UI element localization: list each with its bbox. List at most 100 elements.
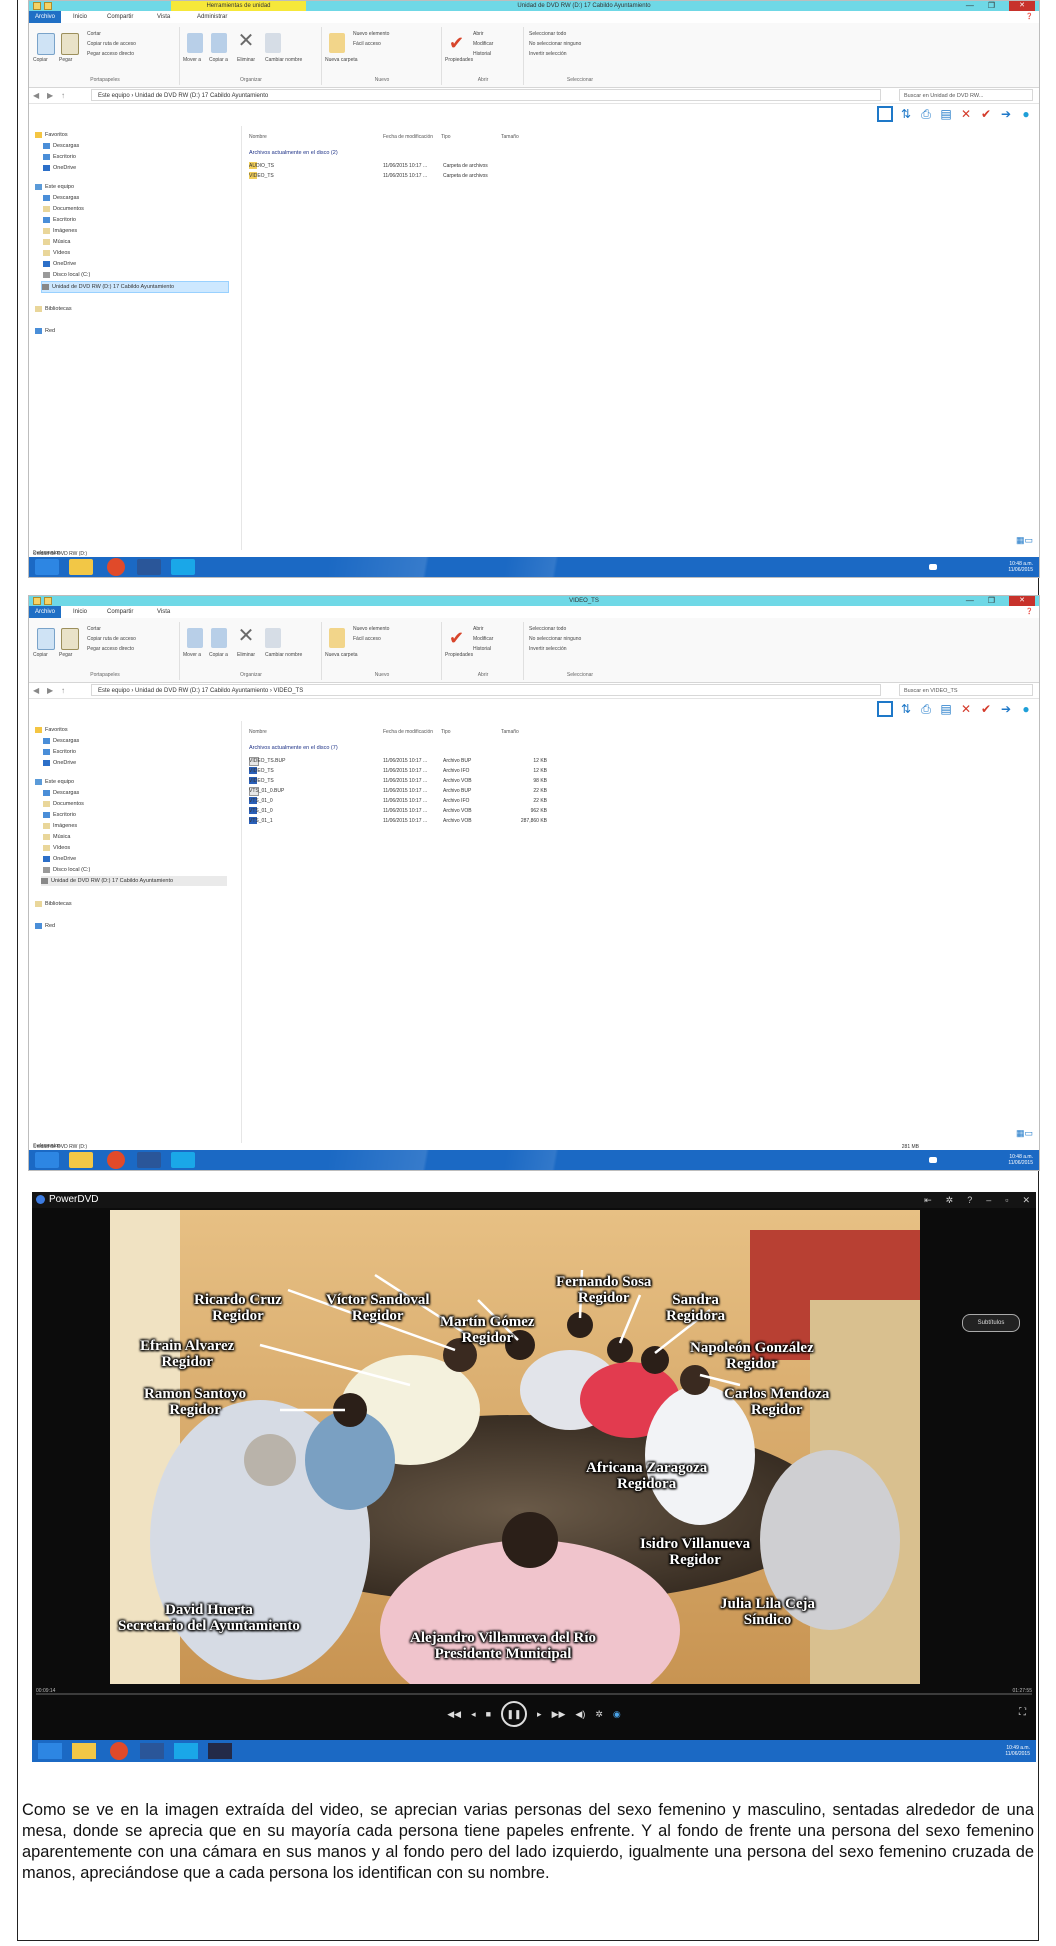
properties-icon[interactable]: ✔ xyxy=(449,628,465,648)
explorer-taskbar-icon[interactable] xyxy=(69,559,93,575)
nav-item[interactable]: Vídeos xyxy=(43,843,70,853)
nav-item[interactable]: OneDrive xyxy=(43,163,76,173)
delete-icon[interactable]: ✕ xyxy=(237,31,255,51)
column-header-name[interactable]: Nombre xyxy=(249,134,267,142)
view-toggle-icon[interactable]: ▦▭ xyxy=(1016,1128,1033,1139)
open-button[interactable]: Abrir xyxy=(473,626,484,632)
edit-button[interactable]: Modificar xyxy=(473,636,493,642)
tab-home[interactable]: Inicio xyxy=(73,11,87,23)
nav-item-dvd-drive[interactable]: Unidad de DVD RW (D:) 17 Cabildo Ayuntam… xyxy=(41,876,227,886)
chrome-icon[interactable] xyxy=(110,1742,128,1760)
start-icon[interactable] xyxy=(35,1152,59,1168)
globe-icon[interactable]: ● xyxy=(1019,107,1033,121)
edit-button[interactable]: Modificar xyxy=(473,41,493,47)
cut-button[interactable]: Cortar xyxy=(87,626,101,632)
copy-to-icon[interactable] xyxy=(211,628,227,648)
window-icon[interactable] xyxy=(877,701,893,717)
nav-item[interactable]: Descargas xyxy=(43,193,79,203)
nav-item[interactable]: Escritorio xyxy=(43,747,76,757)
address-bar[interactable]: Este equipo › Unidad de DVD RW (D:) 17 C… xyxy=(91,684,881,696)
help-icon[interactable]: ❓ xyxy=(1026,11,1033,23)
nav-item[interactable]: Vídeos xyxy=(43,248,70,258)
select-none-button[interactable]: No seleccionar ninguno xyxy=(529,636,581,642)
paste-shortcut-button[interactable]: Pegar acceso directo xyxy=(87,646,134,652)
powerdvd-taskbar-icon[interactable] xyxy=(208,1743,232,1759)
minimize-icon[interactable]: – xyxy=(986,1195,991,1205)
volume-icon[interactable]: ◀) xyxy=(575,1709,585,1720)
column-header-type[interactable]: Tipo xyxy=(441,134,451,142)
clipboard-icon[interactable]: ▤ xyxy=(939,107,953,121)
nav-item[interactable]: Imágenes xyxy=(43,226,77,236)
view-toggle-icon[interactable]: ▦▭ xyxy=(1016,535,1033,546)
context-tab[interactable]: Herramientas de unidad xyxy=(171,1,306,11)
nav-item[interactable]: Escritorio xyxy=(43,810,76,820)
rewind-icon[interactable]: ◂ xyxy=(471,1709,476,1720)
save-icon[interactable] xyxy=(33,597,41,605)
cross-icon[interactable]: ✕ xyxy=(959,107,973,121)
skype-icon[interactable] xyxy=(171,1152,195,1168)
tab-home[interactable]: Inicio xyxy=(73,606,87,618)
nav-item[interactable]: Descargas xyxy=(43,788,79,798)
nav-favorites[interactable]: Favoritos xyxy=(35,725,68,735)
table-row[interactable]: VTS_01_0.BUP 11/06/2015 10:17 ... Archiv… xyxy=(249,787,549,796)
nav-item[interactable]: Documentos xyxy=(43,799,84,809)
new-folder-icon[interactable] xyxy=(329,628,345,648)
cross-icon[interactable]: ✕ xyxy=(959,702,973,716)
column-header-name[interactable]: Nombre xyxy=(249,729,267,737)
nav-item[interactable]: Escritorio xyxy=(43,152,76,162)
fullscreen-icon[interactable]: ⛶ xyxy=(1019,1707,1026,1718)
column-header-size[interactable]: Tamaño xyxy=(501,729,519,737)
easy-access-button[interactable]: Fácil acceso xyxy=(353,41,381,47)
nav-item[interactable]: Música xyxy=(43,237,70,247)
mini-mode-icon[interactable]: ⇤ xyxy=(924,1195,932,1206)
start-icon[interactable] xyxy=(38,1743,62,1759)
arrow-icon[interactable]: ➔ xyxy=(999,702,1013,716)
settings-icon[interactable]: ✲ xyxy=(946,1195,954,1206)
window-icon[interactable] xyxy=(877,106,893,122)
close-icon[interactable]: ✕ xyxy=(1022,1195,1030,1206)
print-icon[interactable]: ⎙ xyxy=(919,702,933,716)
nav-item[interactable]: Descargas xyxy=(43,736,79,746)
video-frame[interactable]: Ricardo Cruz Regidor Víctor Sandoval Regid… xyxy=(110,1210,920,1684)
battery-icon[interactable] xyxy=(929,1157,937,1163)
history-button[interactable]: Historial xyxy=(473,646,491,652)
nav-item-dvd-drive[interactable]: Unidad de DVD RW (D:) 17 Cabildo Ayuntam… xyxy=(41,281,229,293)
properties-icon[interactable]: ✔ xyxy=(449,33,465,53)
word-icon[interactable] xyxy=(140,1743,164,1759)
forward-icon[interactable]: ▶ xyxy=(47,686,53,695)
options-icon[interactable]: ✲ xyxy=(595,1709,603,1720)
nav-item[interactable]: Disco local (C:) xyxy=(43,865,90,875)
copy-path-button[interactable]: Copiar ruta de acceso xyxy=(87,636,136,642)
column-header-date[interactable]: Fecha de modificación xyxy=(383,729,433,737)
help-icon[interactable]: ❓ xyxy=(1026,606,1033,618)
clock[interactable]: 10:49 a.m. 11/06/2015 xyxy=(1005,1745,1030,1757)
skype-icon[interactable] xyxy=(171,559,195,575)
group-header[interactable]: Archivos actualmente en el disco (2) xyxy=(249,150,338,156)
tab-view[interactable]: Vista xyxy=(157,11,170,23)
close-icon[interactable]: ✕ xyxy=(1009,596,1035,606)
nav-libraries[interactable]: Bibliotecas xyxy=(35,899,72,909)
chrome-icon[interactable] xyxy=(107,558,125,576)
select-all-button[interactable]: Seleccionar todo xyxy=(529,626,566,632)
previous-icon[interactable]: ◀◀ xyxy=(447,1709,461,1720)
subtitles-button[interactable]: Subtítulos xyxy=(962,1314,1020,1332)
battery-icon[interactable] xyxy=(929,564,937,570)
table-row[interactable]: AUDIO_TS 11/06/2015 10:17 ... Carpeta de… xyxy=(249,162,549,171)
new-folder-icon[interactable] xyxy=(329,33,345,53)
copy-path-button[interactable]: Copiar ruta de acceso xyxy=(87,41,136,47)
maximize-icon[interactable]: ❐ xyxy=(988,596,995,606)
back-icon[interactable]: ◀ xyxy=(33,686,39,695)
copy-to-icon[interactable] xyxy=(211,33,227,53)
arrow-icon[interactable]: ➔ xyxy=(999,107,1013,121)
rename-icon[interactable] xyxy=(265,33,281,53)
quick-access-toolbar[interactable] xyxy=(29,1,52,11)
nav-item[interactable]: OneDrive xyxy=(43,854,76,864)
save-icon[interactable] xyxy=(33,2,41,10)
tab-file[interactable]: Archivo xyxy=(29,11,62,23)
3d-icon[interactable]: ◉ xyxy=(613,1709,621,1720)
copy-icon[interactable] xyxy=(37,628,55,650)
tab-view[interactable]: Vista xyxy=(157,606,170,618)
move-to-icon[interactable] xyxy=(187,33,203,53)
table-row[interactable]: VIDEO_TS 11/06/2015 10:17 ... Carpeta de… xyxy=(249,172,549,181)
search-input[interactable]: Buscar en Unidad de DVD RW... xyxy=(899,89,1033,101)
